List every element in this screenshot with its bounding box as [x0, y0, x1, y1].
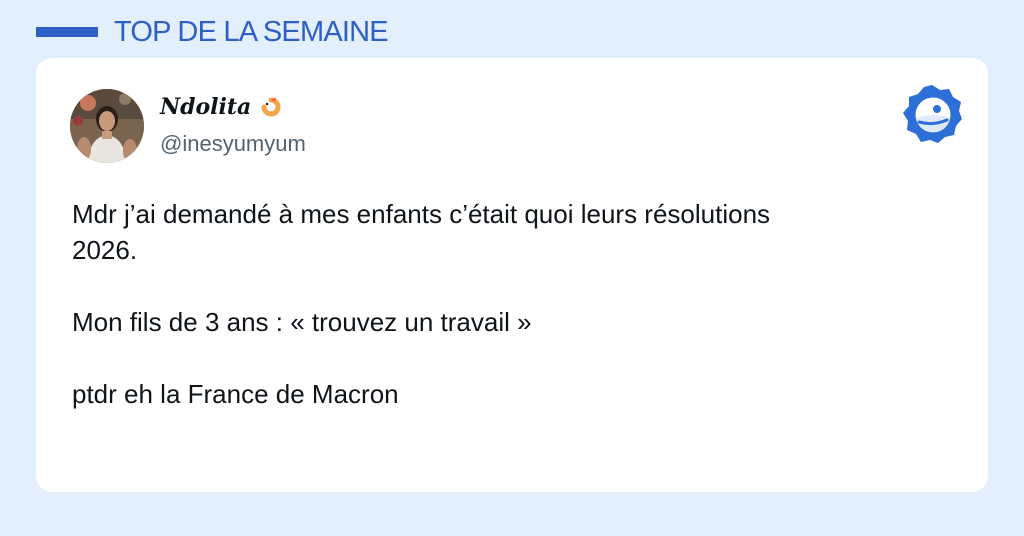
author-handle[interactable]: @inesyumyum — [160, 130, 306, 158]
display-name[interactable]: Ndolita — [160, 92, 251, 122]
tweet-line: Mon fils de 3 ans : « trouvez un travail… — [72, 307, 532, 337]
tweet-line: ptdr eh la France de Macron — [72, 379, 399, 409]
section-title: TOP DE LA SEMAINE — [114, 16, 389, 48]
shrimp-icon — [259, 95, 283, 119]
avatar[interactable] — [70, 89, 144, 163]
tweet-line — [72, 268, 952, 304]
tweet-line: 2026. — [72, 235, 138, 265]
brand-logo-icon — [900, 82, 964, 146]
tweet-text: Mdr j’ai demandé à mes enfants c’était q… — [72, 196, 952, 412]
header-accent-bar — [36, 27, 98, 37]
tweet-line: Mdr j’ai demandé à mes enfants c’était q… — [72, 199, 771, 229]
tweet-line — [72, 340, 952, 376]
author-name-row[interactable]: Ndolita — [160, 92, 283, 122]
section-header: TOP DE LA SEMAINE — [36, 12, 389, 52]
tweet-card[interactable]: Ndolita @inesyumyum Mdr j’ai demandé à m… — [36, 58, 988, 492]
